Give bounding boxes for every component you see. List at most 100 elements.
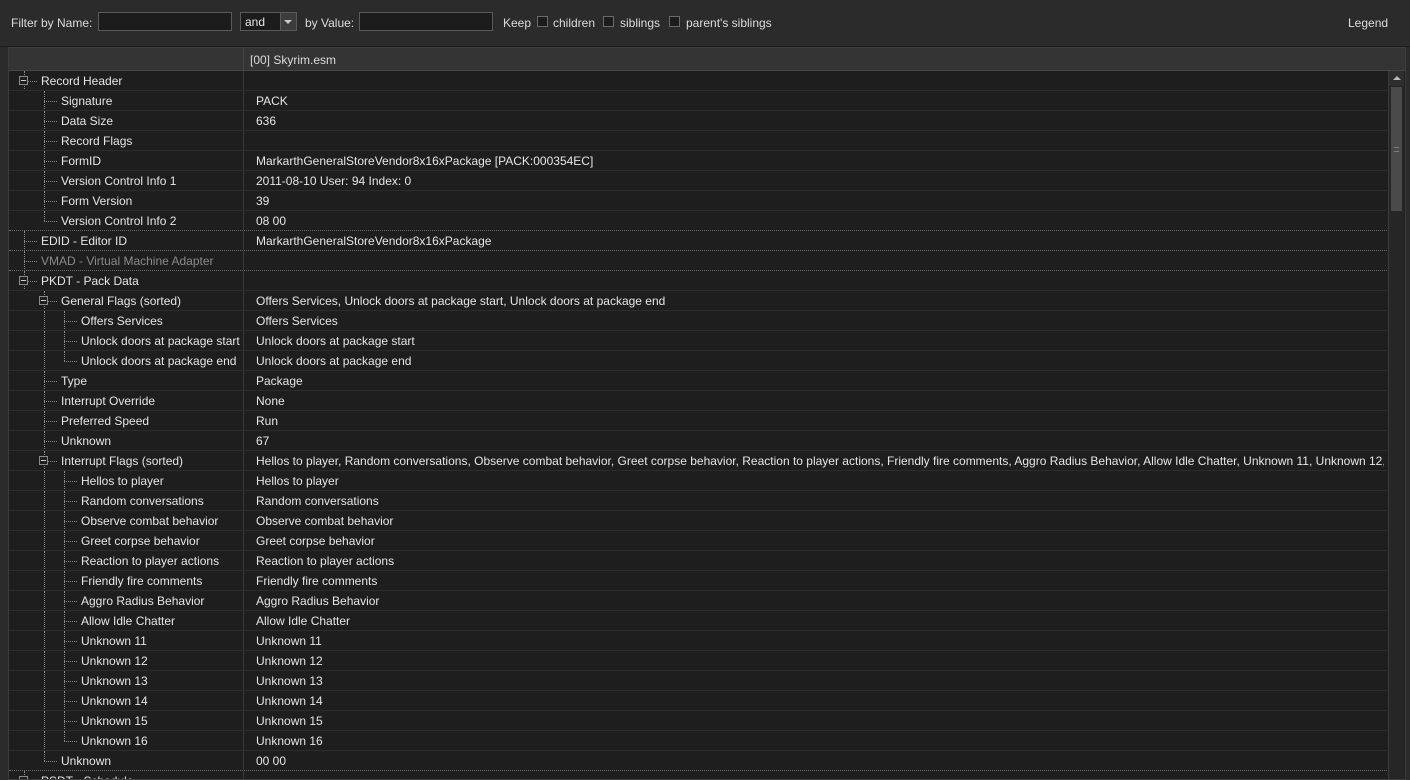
keep-siblings-label[interactable]: siblings: [620, 16, 660, 30]
tree-row[interactable]: Version Control Info 1 2011-08-10 User: 9…: [9, 171, 1387, 191]
tree-row[interactable]: Type Package: [9, 371, 1387, 391]
keep-children-label[interactable]: children: [553, 16, 595, 30]
tree-cell-name[interactable]: Record Header: [9, 71, 244, 90]
tree-row[interactable]: Aggro Radius Behavior Aggro Radius Behavi…: [9, 591, 1387, 611]
tree-cell-name[interactable]: Unknown 12: [9, 651, 244, 670]
tree-row-value[interactable]: Greet corpse behavior: [256, 534, 1384, 548]
tree-row[interactable]: Interrupt Flags (sorted) Hellos to player…: [9, 451, 1387, 471]
tree-cell-name[interactable]: Interrupt Override: [9, 391, 244, 410]
tree-row[interactable]: EDID - Editor ID MarkarthGeneralStoreVend…: [9, 231, 1387, 251]
tree-cell-name[interactable]: Unknown 13: [9, 671, 244, 690]
collapse-icon[interactable]: [19, 776, 28, 779]
tree-row[interactable]: Unknown 13 Unknown 13: [9, 671, 1387, 691]
keep-children-checkbox[interactable]: [537, 16, 548, 27]
tree-row[interactable]: Offers Services Offers Services: [9, 311, 1387, 331]
scrollbar-thumb[interactable]: [1391, 87, 1402, 211]
tree-row-value[interactable]: MarkarthGeneralStoreVendor8x16xPackage: [256, 234, 1384, 248]
tree-cell-name[interactable]: Unknown 14: [9, 691, 244, 710]
tree-row-value[interactable]: None: [256, 394, 1384, 408]
tree-row-value[interactable]: Unknown 12: [256, 654, 1384, 668]
collapse-icon[interactable]: [39, 456, 48, 465]
tree-row-value[interactable]: Allow Idle Chatter: [256, 614, 1384, 628]
tree-cell-name[interactable]: Data Size: [9, 111, 244, 130]
tree-cell-name[interactable]: PKDT - Pack Data: [9, 271, 244, 290]
column-header-name[interactable]: [9, 48, 244, 70]
tree-row-value[interactable]: Offers Services, Unlock doors at package…: [256, 294, 1384, 308]
tree-row[interactable]: VMAD - Virtual Machine Adapter: [9, 251, 1387, 271]
tree-row-value[interactable]: 00 00: [256, 754, 1384, 768]
tree-row-value[interactable]: Reaction to player actions: [256, 554, 1384, 568]
tree-row[interactable]: Reaction to player actions Reaction to pl…: [9, 551, 1387, 571]
tree-row[interactable]: Allow Idle Chatter Allow Idle Chatter: [9, 611, 1387, 631]
tree-row[interactable]: FormID MarkarthGeneralStoreVendor8x16xPac…: [9, 151, 1387, 171]
tree-cell-name[interactable]: Unknown 16: [9, 731, 244, 750]
tree-row[interactable]: Version Control Info 2 08 00: [9, 211, 1387, 231]
tree-cell-name[interactable]: Unlock doors at package end: [9, 351, 244, 370]
collapse-icon[interactable]: [39, 296, 48, 305]
tree-cell-name[interactable]: Offers Services: [9, 311, 244, 330]
keep-siblings-checkbox[interactable]: [603, 16, 614, 27]
filter-operator-select[interactable]: and: [240, 12, 297, 31]
filter-value-input[interactable]: [359, 12, 493, 31]
tree-row-value[interactable]: Unlock doors at package start: [256, 334, 1384, 348]
tree-cell-name[interactable]: PSDT - Schedule: [9, 771, 244, 779]
filter-name-input[interactable]: [98, 12, 232, 31]
tree-cell-name[interactable]: Preferred Speed: [9, 411, 244, 430]
tree-row[interactable]: Random conversations Random conversations: [9, 491, 1387, 511]
tree-row[interactable]: Signature PACK: [9, 91, 1387, 111]
tree-row[interactable]: Record Header: [9, 71, 1387, 91]
tree-row-value[interactable]: Friendly fire comments: [256, 574, 1384, 588]
tree-row-value[interactable]: Unknown 13: [256, 674, 1384, 688]
tree-cell-name[interactable]: Unknown 11: [9, 631, 244, 650]
tree-row[interactable]: PKDT - Pack Data: [9, 271, 1387, 291]
keep-parents-siblings-checkbox[interactable]: [669, 16, 680, 27]
tree-cell-name[interactable]: Unknown: [9, 751, 244, 770]
tree-row[interactable]: Record Flags: [9, 131, 1387, 151]
tree-cell-name[interactable]: Random conversations: [9, 491, 244, 510]
tree-row[interactable]: Interrupt Override None: [9, 391, 1387, 411]
tree-row[interactable]: Unknown 11 Unknown 11: [9, 631, 1387, 651]
tree-row-value[interactable]: Unlock doors at package end: [256, 354, 1384, 368]
tree-row[interactable]: Observe combat behavior Observe combat be…: [9, 511, 1387, 531]
tree-row[interactable]: Unknown 15 Unknown 15: [9, 711, 1387, 731]
tree-cell-name[interactable]: Record Flags: [9, 131, 244, 150]
tree-row-value[interactable]: 08 00: [256, 214, 1384, 228]
tree-cell-name[interactable]: Aggro Radius Behavior: [9, 591, 244, 610]
tree-row[interactable]: General Flags (sorted) Offers Services, U…: [9, 291, 1387, 311]
tree-row[interactable]: Preferred Speed Run: [9, 411, 1387, 431]
tree-row-value[interactable]: Run: [256, 414, 1384, 428]
tree-cell-name[interactable]: Version Control Info 1: [9, 171, 244, 190]
tree-row-value[interactable]: Hellos to player: [256, 474, 1384, 488]
tree-cell-name[interactable]: Version Control Info 2: [9, 211, 244, 230]
tree-row-value[interactable]: Unknown 15: [256, 714, 1384, 728]
tree-cell-name[interactable]: Unknown: [9, 431, 244, 450]
tree-cell-name[interactable]: Hellos to player: [9, 471, 244, 490]
tree-cell-name[interactable]: Type: [9, 371, 244, 390]
tree-cell-name[interactable]: Form Version: [9, 191, 244, 210]
tree-row[interactable]: PSDT - Schedule: [9, 771, 1387, 779]
tree-cell-name[interactable]: General Flags (sorted): [9, 291, 244, 310]
tree-row-value[interactable]: Unknown 11: [256, 634, 1384, 648]
tree-cell-name[interactable]: Allow Idle Chatter: [9, 611, 244, 630]
tree-cell-name[interactable]: Friendly fire comments: [9, 571, 244, 590]
tree-row[interactable]: Unknown 00 00: [9, 751, 1387, 771]
tree-row[interactable]: Unknown 14 Unknown 14: [9, 691, 1387, 711]
tree-row-value[interactable]: Offers Services: [256, 314, 1384, 328]
tree-row[interactable]: Unknown 16 Unknown 16: [9, 731, 1387, 751]
tree-row-value[interactable]: 636: [256, 114, 1384, 128]
tree-cell-name[interactable]: VMAD - Virtual Machine Adapter: [9, 251, 244, 270]
tree-cell-name[interactable]: Unknown 15: [9, 711, 244, 730]
tree-cell-name[interactable]: FormID: [9, 151, 244, 170]
tree-row[interactable]: Friendly fire comments Friendly fire comm…: [9, 571, 1387, 591]
tree-cell-name[interactable]: Greet corpse behavior: [9, 531, 244, 550]
tree-row-value[interactable]: Random conversations: [256, 494, 1384, 508]
chevron-down-icon[interactable]: [280, 13, 296, 30]
collapse-icon[interactable]: [19, 276, 28, 285]
tree-cell-name[interactable]: Interrupt Flags (sorted): [9, 451, 244, 470]
tree-row-value[interactable]: Hellos to player, Random conversations, …: [256, 454, 1384, 468]
tree-row[interactable]: Hellos to player Hellos to player: [9, 471, 1387, 491]
vertical-scrollbar[interactable]: [1388, 71, 1404, 779]
tree-row-value[interactable]: 39: [256, 194, 1384, 208]
tree-cell-name[interactable]: Signature: [9, 91, 244, 110]
tree-row-value[interactable]: PACK: [256, 94, 1384, 108]
